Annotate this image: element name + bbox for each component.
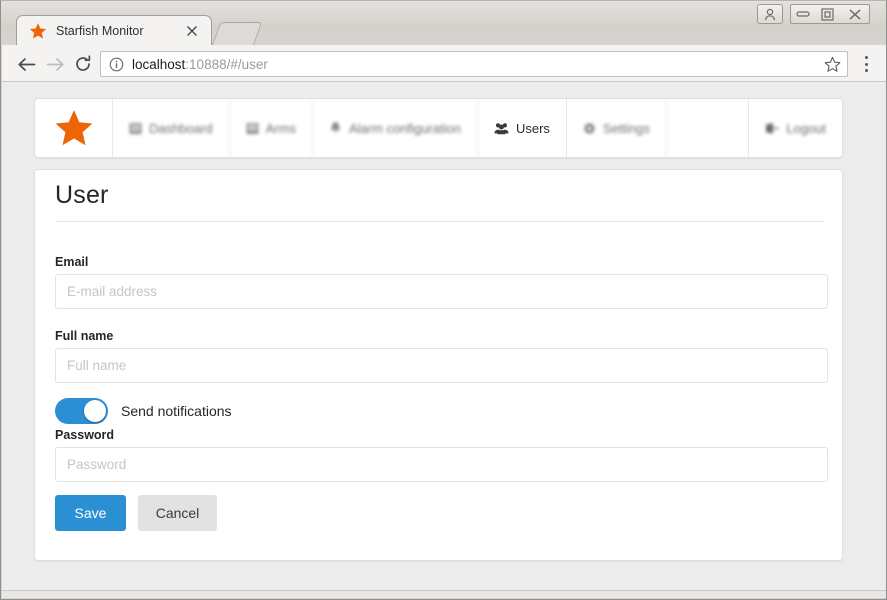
nav-item-users[interactable]: Users <box>478 99 567 157</box>
nav-item-label: Users <box>515 120 550 136</box>
form-actions: Save Cancel <box>55 495 217 531</box>
form-group-password: Password <box>55 428 828 482</box>
nav-item-logout[interactable]: Logout <box>749 99 842 157</box>
send-notifications-label: Send notifications <box>121 403 232 419</box>
fullname-field[interactable] <box>55 348 828 383</box>
new-tab-button[interactable] <box>211 22 263 46</box>
title-divider <box>55 221 824 222</box>
url-host: localhost <box>132 56 186 72</box>
nav-item-label: Arms <box>265 120 296 136</box>
nav-item-label: Settings <box>602 120 650 136</box>
menu-dot <box>864 62 868 66</box>
app-navbar: Dashboard Arms Alarm configuration Users… <box>34 98 843 158</box>
forward-arrow-icon <box>46 57 64 71</box>
list-icon <box>246 122 259 135</box>
send-notifications-toggle[interactable] <box>55 398 108 424</box>
page-viewport: Dashboard Arms Alarm configuration Users… <box>2 82 886 592</box>
bell-icon <box>329 121 342 135</box>
browser-tab-title: Starfish Monitor <box>56 24 144 38</box>
nav-item-dashboard[interactable]: Dashboard <box>113 99 230 157</box>
tab-close-icon[interactable] <box>185 24 199 38</box>
address-bar-url: localhost:10888/#/user <box>132 57 268 72</box>
cancel-button[interactable]: Cancel <box>138 495 217 531</box>
email-field[interactable] <box>55 274 828 309</box>
url-path: :10888/#/user <box>185 56 268 72</box>
nav-item-label: Logout <box>786 120 826 136</box>
nav-brand[interactable] <box>35 99 113 157</box>
star-icon <box>29 23 47 39</box>
bookmark-star-icon[interactable] <box>824 56 841 73</box>
form-group-fullname: Full name <box>55 329 828 383</box>
star-icon <box>55 110 92 146</box>
password-field[interactable] <box>55 447 828 482</box>
reload-icon <box>76 55 91 71</box>
info-circle-icon[interactable] <box>109 57 124 72</box>
nav-item-label: Alarm configuration <box>348 120 461 136</box>
toggle-knob <box>84 400 106 422</box>
menu-dot <box>864 56 868 59</box>
browser-tabstrip: Starfish Monitor <box>2 13 886 46</box>
back-arrow-icon <box>17 57 35 71</box>
send-notifications-row: Send notifications <box>55 398 232 424</box>
nav-item-label: Dashboard <box>149 120 213 136</box>
nav-item-arms[interactable]: Arms <box>230 99 313 157</box>
form-group-email: Email <box>55 255 828 309</box>
menu-dot <box>864 69 868 72</box>
nav-item-settings[interactable]: Settings <box>567 99 667 157</box>
os-window: Starfish Monitor localhost:10888/#/user … <box>0 0 887 600</box>
browser-toolbar: localhost:10888/#/user <box>2 45 886 82</box>
back-button[interactable] <box>13 51 39 77</box>
page-title: User <box>55 181 109 209</box>
window-statusbar <box>2 590 886 598</box>
reload-button[interactable] <box>70 51 96 77</box>
user-form-card: User Email Full name Send notifications … <box>34 169 843 561</box>
browser-tab-starfish-monitor[interactable]: Starfish Monitor <box>16 15 212 46</box>
password-label: Password <box>55 428 115 442</box>
fullname-label: Full name <box>55 329 114 343</box>
sign-out-icon <box>765 122 779 135</box>
nav-item-alarm-configuration[interactable]: Alarm configuration <box>313 99 478 157</box>
browser-menu-button[interactable] <box>856 54 876 74</box>
users-icon <box>494 122 509 135</box>
save-button[interactable]: Save <box>55 495 126 531</box>
dashboard-icon <box>129 122 142 135</box>
nav-spacer <box>667 99 750 157</box>
email-label: Email <box>55 255 89 269</box>
gear-icon <box>583 122 596 135</box>
forward-button <box>42 51 68 77</box>
address-bar[interactable]: localhost:10888/#/user <box>100 51 848 77</box>
